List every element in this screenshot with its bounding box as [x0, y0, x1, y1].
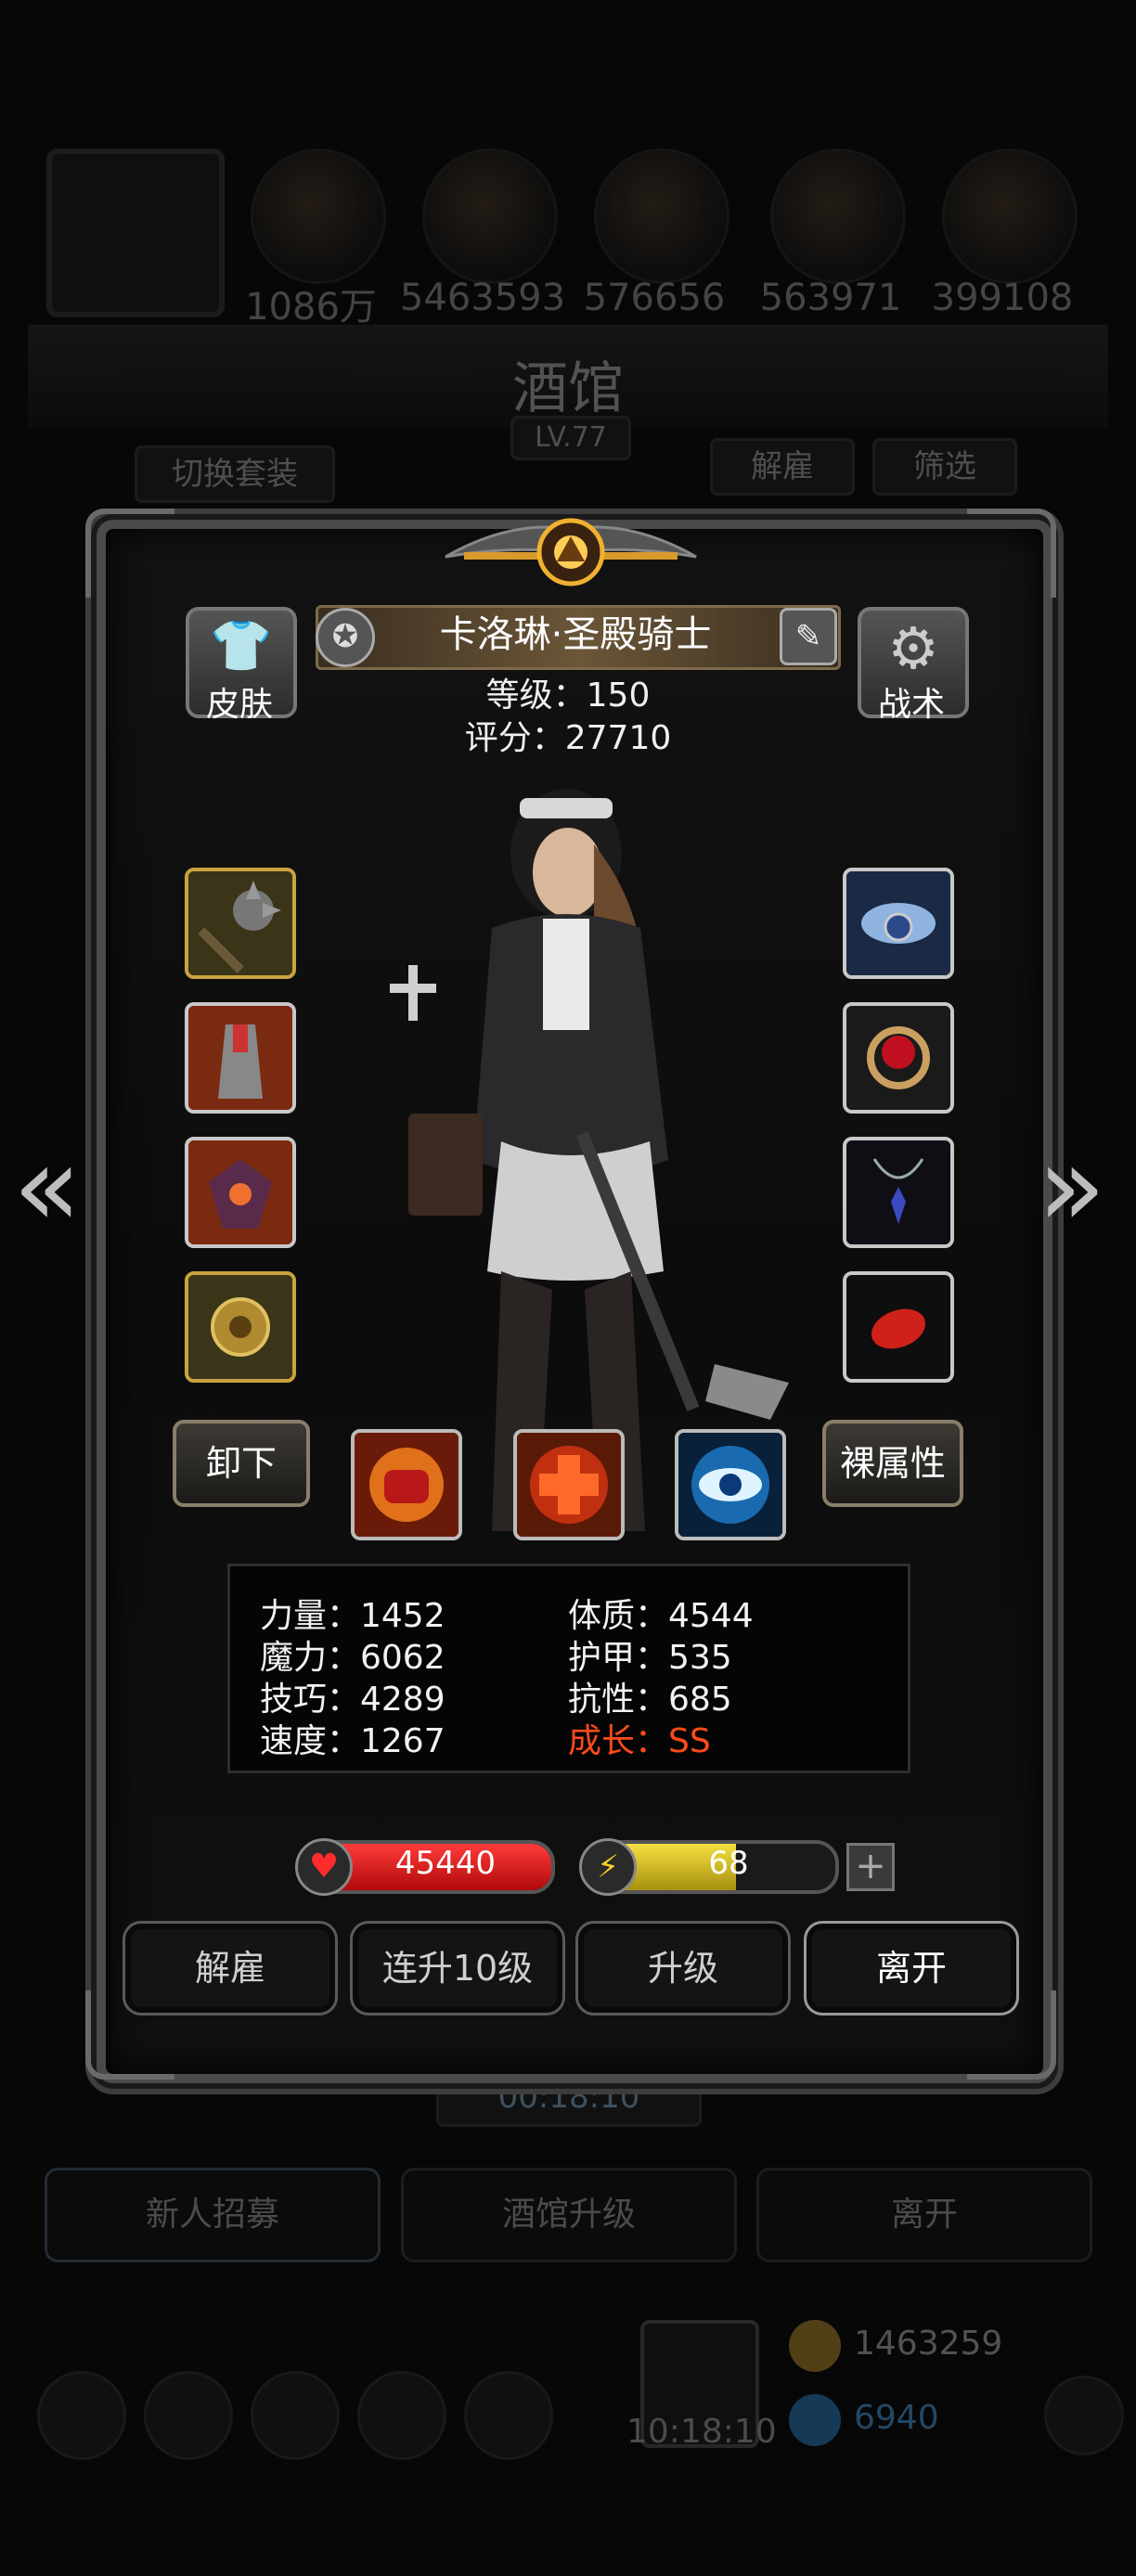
- tactics-label: 战术: [877, 686, 945, 724]
- water-ring-icon: [846, 871, 950, 975]
- frame-corner-tl: [85, 509, 174, 598]
- hero-name: 卡洛琳·圣殿骑士: [439, 613, 712, 656]
- golden-crest-ornament: [445, 518, 697, 586]
- resource-icon-2: [422, 148, 558, 284]
- resource-icon-1: [251, 148, 386, 284]
- resource-value-4: 563971: [759, 277, 902, 319]
- recruit-button[interactable]: 新人招募: [45, 2168, 381, 2262]
- nav-icon-2[interactable]: [144, 2371, 233, 2460]
- red-gem-icon: [846, 1275, 950, 1379]
- resource-icon-5: [942, 148, 1078, 284]
- equip-slot-cloak[interactable]: [185, 1002, 296, 1114]
- dismiss-button[interactable]: 解雇: [123, 1921, 338, 2016]
- gold-coin-icon: [789, 2320, 841, 2372]
- edit-name-icon[interactable]: ✎: [780, 608, 837, 665]
- gear-icon: ⚙: [887, 614, 939, 682]
- resource-value-2: 5463593: [399, 277, 566, 319]
- tavern-upgrade-button[interactable]: 酒馆升级: [401, 2168, 737, 2262]
- background-dismiss-button[interactable]: 解雇: [710, 438, 855, 496]
- nav-icon-5[interactable]: [464, 2371, 553, 2460]
- skin-label: 皮肤: [205, 686, 273, 724]
- gold-amount: 1463259: [854, 2325, 1003, 2363]
- level-up-button[interactable]: 升级: [575, 1921, 791, 2016]
- next-hero-arrow-icon[interactable]: »: [1038, 1123, 1105, 1252]
- fist-icon: [355, 1433, 458, 1537]
- skill-slot-3[interactable]: [675, 1429, 786, 1540]
- equip-slot-ring-2[interactable]: [843, 1002, 954, 1114]
- equip-slot-necklace[interactable]: [843, 1137, 954, 1248]
- energy-value: 68: [708, 1845, 749, 1882]
- resource-value-1: 1086万: [245, 286, 377, 328]
- chest-timer: 10:18:10: [626, 2413, 777, 2451]
- frame-corner-tr: [967, 509, 1056, 598]
- cloak-icon: [188, 1006, 292, 1110]
- ruby-ring-icon: [846, 1006, 950, 1110]
- tavern-level: LV.77: [510, 416, 631, 460]
- leave-button[interactable]: 离开: [804, 1921, 1019, 2016]
- demon-armor-icon: [188, 1140, 292, 1244]
- equip-slot-gem[interactable]: [843, 1271, 954, 1383]
- equip-slot-armor[interactable]: [185, 1137, 296, 1248]
- resource-value-3: 576656: [583, 277, 726, 319]
- hp-value: 45440: [394, 1845, 497, 1882]
- lightning-icon: ⚡: [579, 1838, 637, 1896]
- medal-icon[interactable]: ✪: [316, 608, 375, 667]
- resource-icon-3: [594, 148, 729, 284]
- nav-icon-3[interactable]: [251, 2371, 340, 2460]
- stat-speed: 速度：1267: [260, 1722, 445, 1760]
- tavern-title: 酒馆: [512, 356, 624, 421]
- filter-button[interactable]: 筛选: [872, 438, 1017, 496]
- resource-value-5: 399108: [931, 277, 1074, 319]
- equip-slot-weapon[interactable]: [185, 868, 296, 979]
- skill-slot-1[interactable]: [351, 1429, 462, 1540]
- golden-emblem-icon: [188, 1275, 292, 1379]
- add-icon[interactable]: [1044, 2376, 1124, 2455]
- switch-outfit-button[interactable]: 切换套装: [135, 445, 335, 503]
- mace-icon: [188, 871, 292, 975]
- unequip-button[interactable]: 卸下: [173, 1420, 310, 1507]
- naked-stats-button[interactable]: 裸属性: [822, 1420, 963, 1507]
- stat-growth: 成长：SS: [568, 1722, 711, 1760]
- add-energy-icon[interactable]: +: [846, 1843, 895, 1891]
- equip-slot-ring-1[interactable]: [843, 868, 954, 979]
- equip-slot-emblem[interactable]: [185, 1271, 296, 1383]
- pendant-icon: [846, 1140, 950, 1244]
- eye-icon: [678, 1433, 782, 1537]
- skill-slot-2[interactable]: [513, 1429, 625, 1540]
- player-avatar: [46, 148, 225, 317]
- nav-icon-4[interactable]: [357, 2371, 446, 2460]
- level-up-10-button[interactable]: 连升10级: [350, 1921, 565, 2016]
- gem-icon: [789, 2394, 841, 2446]
- nav-icon-1[interactable]: [37, 2371, 126, 2460]
- gem-amount: 6940: [854, 2399, 939, 2437]
- shirt-icon: 👕: [210, 616, 273, 675]
- previous-hero-arrow-icon[interactable]: «: [13, 1123, 81, 1252]
- background-leave-button[interactable]: 离开: [756, 2168, 1092, 2262]
- resource-icon-4: [770, 148, 906, 284]
- red-cross-icon: [517, 1433, 621, 1537]
